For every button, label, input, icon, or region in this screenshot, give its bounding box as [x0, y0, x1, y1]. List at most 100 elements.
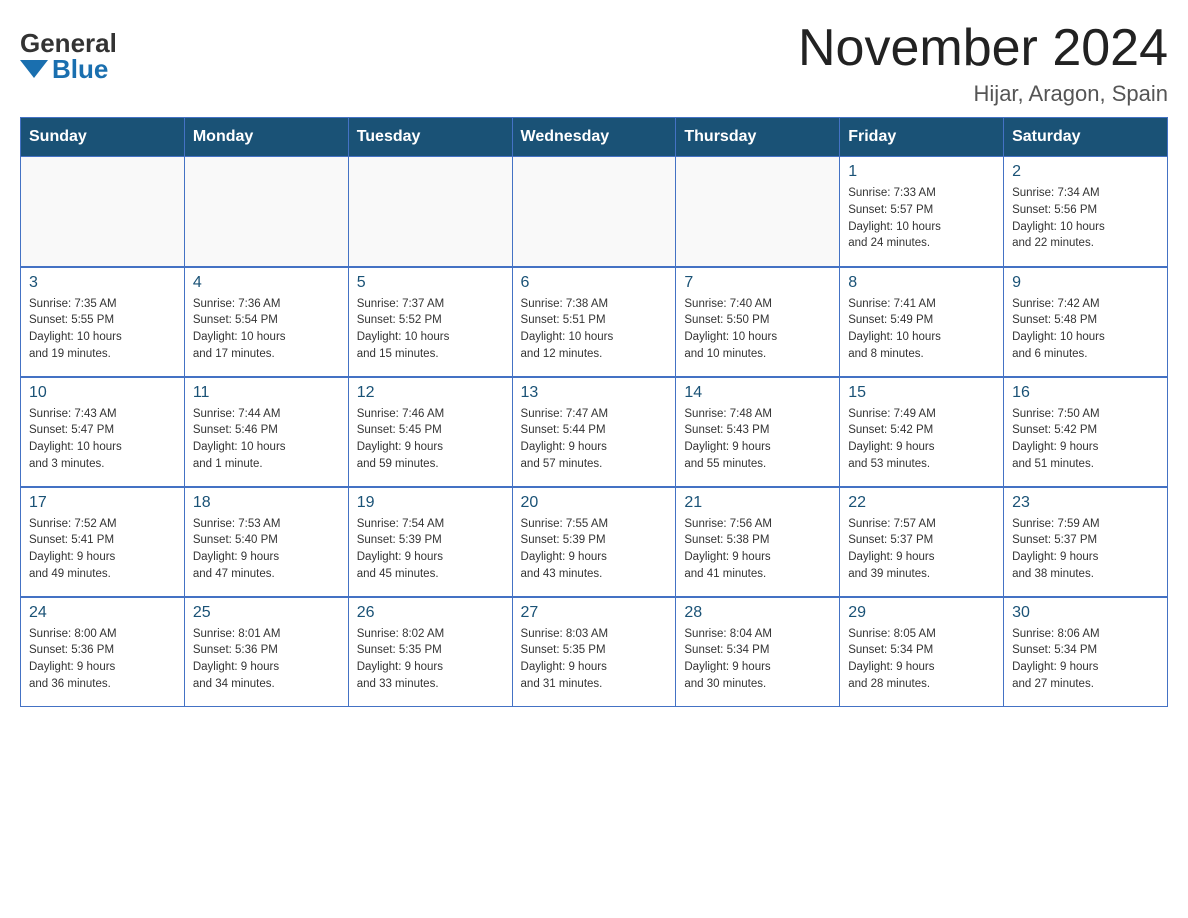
calendar-cell: 10 Sunrise: 7:43 AMSunset: 5:47 PMDayligh… — [21, 377, 185, 487]
weekday-header-sunday: Sunday — [21, 118, 185, 157]
day-number: 23 — [1012, 494, 1159, 512]
calendar-cell: 5Sunrise: 7:37 AMSunset: 5:52 PMDaylight… — [348, 267, 512, 377]
day-number: 15 — [848, 384, 995, 402]
calendar-cell: 1 Sunrise: 7:33 AMSunset: 5:57 PMDaylight… — [840, 157, 1004, 267]
calendar-week-row: 24 Sunrise: 8:00 AMSunset: 5:36 PMDayligh… — [21, 597, 1168, 707]
calendar-cell — [512, 157, 676, 267]
calendar-cell: 15 Sunrise: 7:49 AMSunset: 5:42 PMDayligh… — [840, 377, 1004, 487]
calendar-cell: 12 Sunrise: 7:46 AMSunset: 5:45 PMDayligh… — [348, 377, 512, 487]
calendar-table: SundayMondayTuesdayWednesdayThursdayFrid… — [20, 117, 1168, 707]
logo-triangle-icon — [20, 60, 48, 78]
day-number: 26 — [357, 604, 504, 622]
calendar-week-row: 10 Sunrise: 7:43 AMSunset: 5:47 PMDayligh… — [21, 377, 1168, 487]
calendar-cell: 24 Sunrise: 8:00 AMSunset: 5:36 PMDayligh… — [21, 597, 185, 707]
day-info: Sunrise: 7:37 AMSunset: 5:52 PMDaylight:… — [357, 296, 504, 363]
day-info: Sunrise: 7:50 AMSunset: 5:42 PMDaylight:… — [1012, 406, 1159, 473]
title-block: November 2024 Hijar, Aragon, Spain — [798, 20, 1168, 107]
day-info: Sunrise: 7:42 AMSunset: 5:48 PMDaylight:… — [1012, 296, 1159, 363]
calendar-cell: 7Sunrise: 7:40 AMSunset: 5:50 PMDaylight… — [676, 267, 840, 377]
calendar-cell: 14Sunrise: 7:48 AMSunset: 5:43 PMDayligh… — [676, 377, 840, 487]
calendar-cell — [676, 157, 840, 267]
day-number: 17 — [29, 494, 176, 512]
day-number: 13 — [521, 384, 668, 402]
day-info: Sunrise: 7:43 AMSunset: 5:47 PMDaylight:… — [29, 406, 176, 473]
day-number: 30 — [1012, 604, 1159, 622]
calendar-cell: 19Sunrise: 7:54 AMSunset: 5:39 PMDayligh… — [348, 487, 512, 597]
day-info: Sunrise: 7:46 AMSunset: 5:45 PMDaylight:… — [357, 406, 504, 473]
day-info: Sunrise: 7:35 AMSunset: 5:55 PMDaylight:… — [29, 296, 176, 363]
calendar-cell: 3 Sunrise: 7:35 AMSunset: 5:55 PMDaylight… — [21, 267, 185, 377]
calendar-week-row: 17 Sunrise: 7:52 AMSunset: 5:41 PMDayligh… — [21, 487, 1168, 597]
calendar-week-row: 3 Sunrise: 7:35 AMSunset: 5:55 PMDaylight… — [21, 267, 1168, 377]
day-number: 22 — [848, 494, 995, 512]
logo-general-text: General — [20, 30, 117, 56]
day-info: Sunrise: 7:48 AMSunset: 5:43 PMDaylight:… — [684, 406, 831, 473]
day-info: Sunrise: 7:47 AMSunset: 5:44 PMDaylight:… — [521, 406, 668, 473]
calendar-cell: 27Sunrise: 8:03 AMSunset: 5:35 PMDayligh… — [512, 597, 676, 707]
day-info: Sunrise: 8:00 AMSunset: 5:36 PMDaylight:… — [29, 626, 176, 693]
weekday-header-thursday: Thursday — [676, 118, 840, 157]
logo: General Blue — [20, 20, 117, 82]
calendar-cell — [21, 157, 185, 267]
day-number: 20 — [521, 494, 668, 512]
calendar-cell: 20 Sunrise: 7:55 AMSunset: 5:39 PMDayligh… — [512, 487, 676, 597]
day-number: 28 — [684, 604, 831, 622]
day-info: Sunrise: 7:55 AMSunset: 5:39 PMDaylight:… — [521, 516, 668, 583]
day-number: 25 — [193, 604, 340, 622]
calendar-cell: 25 Sunrise: 8:01 AMSunset: 5:36 PMDayligh… — [184, 597, 348, 707]
day-number: 19 — [357, 494, 504, 512]
calendar-cell: 8 Sunrise: 7:41 AMSunset: 5:49 PMDaylight… — [840, 267, 1004, 377]
day-number: 12 — [357, 384, 504, 402]
day-info: Sunrise: 7:49 AMSunset: 5:42 PMDaylight:… — [848, 406, 995, 473]
day-number: 6 — [521, 274, 668, 292]
calendar-cell: 13 Sunrise: 7:47 AMSunset: 5:44 PMDayligh… — [512, 377, 676, 487]
calendar-cell — [184, 157, 348, 267]
day-number: 16 — [1012, 384, 1159, 402]
day-number: 29 — [848, 604, 995, 622]
day-number: 8 — [848, 274, 995, 292]
calendar-cell: 11Sunrise: 7:44 AMSunset: 5:46 PMDayligh… — [184, 377, 348, 487]
calendar-cell: 2Sunrise: 7:34 AMSunset: 5:56 PMDaylight… — [1004, 157, 1168, 267]
location-subtitle: Hijar, Aragon, Spain — [798, 81, 1168, 107]
day-number: 9 — [1012, 274, 1159, 292]
calendar-cell: 16 Sunrise: 7:50 AMSunset: 5:42 PMDayligh… — [1004, 377, 1168, 487]
day-info: Sunrise: 7:52 AMSunset: 5:41 PMDaylight:… — [29, 516, 176, 583]
day-info: Sunrise: 7:57 AMSunset: 5:37 PMDaylight:… — [848, 516, 995, 583]
weekday-header-friday: Friday — [840, 118, 1004, 157]
calendar-cell: 23Sunrise: 7:59 AMSunset: 5:37 PMDayligh… — [1004, 487, 1168, 597]
weekday-header-wednesday: Wednesday — [512, 118, 676, 157]
day-number: 3 — [29, 274, 176, 292]
month-year-title: November 2024 — [798, 20, 1168, 77]
calendar-cell: 18 Sunrise: 7:53 AMSunset: 5:40 PMDayligh… — [184, 487, 348, 597]
calendar-cell: 26Sunrise: 8:02 AMSunset: 5:35 PMDayligh… — [348, 597, 512, 707]
day-info: Sunrise: 8:01 AMSunset: 5:36 PMDaylight:… — [193, 626, 340, 693]
day-number: 24 — [29, 604, 176, 622]
calendar-cell: 6 Sunrise: 7:38 AMSunset: 5:51 PMDaylight… — [512, 267, 676, 377]
day-number: 1 — [848, 163, 995, 181]
day-info: Sunrise: 7:36 AMSunset: 5:54 PMDaylight:… — [193, 296, 340, 363]
day-info: Sunrise: 7:33 AMSunset: 5:57 PMDaylight:… — [848, 185, 995, 252]
calendar-cell: 28Sunrise: 8:04 AMSunset: 5:34 PMDayligh… — [676, 597, 840, 707]
day-info: Sunrise: 7:41 AMSunset: 5:49 PMDaylight:… — [848, 296, 995, 363]
day-number: 18 — [193, 494, 340, 512]
day-info: Sunrise: 7:38 AMSunset: 5:51 PMDaylight:… — [521, 296, 668, 363]
weekday-header-tuesday: Tuesday — [348, 118, 512, 157]
page-header: General Blue November 2024 Hijar, Aragon… — [20, 20, 1168, 107]
calendar-week-row: 1 Sunrise: 7:33 AMSunset: 5:57 PMDaylight… — [21, 157, 1168, 267]
day-number: 21 — [684, 494, 831, 512]
day-info: Sunrise: 8:05 AMSunset: 5:34 PMDaylight:… — [848, 626, 995, 693]
weekday-header-row: SundayMondayTuesdayWednesdayThursdayFrid… — [21, 118, 1168, 157]
calendar-cell: 30Sunrise: 8:06 AMSunset: 5:34 PMDayligh… — [1004, 597, 1168, 707]
day-number: 10 — [29, 384, 176, 402]
logo-blue-text: Blue — [20, 56, 108, 82]
day-info: Sunrise: 7:34 AMSunset: 5:56 PMDaylight:… — [1012, 185, 1159, 252]
calendar-cell: 9 Sunrise: 7:42 AMSunset: 5:48 PMDaylight… — [1004, 267, 1168, 377]
calendar-cell — [348, 157, 512, 267]
calendar-cell: 22 Sunrise: 7:57 AMSunset: 5:37 PMDayligh… — [840, 487, 1004, 597]
weekday-header-monday: Monday — [184, 118, 348, 157]
day-info: Sunrise: 7:53 AMSunset: 5:40 PMDaylight:… — [193, 516, 340, 583]
day-number: 11 — [193, 384, 340, 402]
day-info: Sunrise: 8:03 AMSunset: 5:35 PMDaylight:… — [521, 626, 668, 693]
day-info: Sunrise: 7:40 AMSunset: 5:50 PMDaylight:… — [684, 296, 831, 363]
day-info: Sunrise: 7:56 AMSunset: 5:38 PMDaylight:… — [684, 516, 831, 583]
